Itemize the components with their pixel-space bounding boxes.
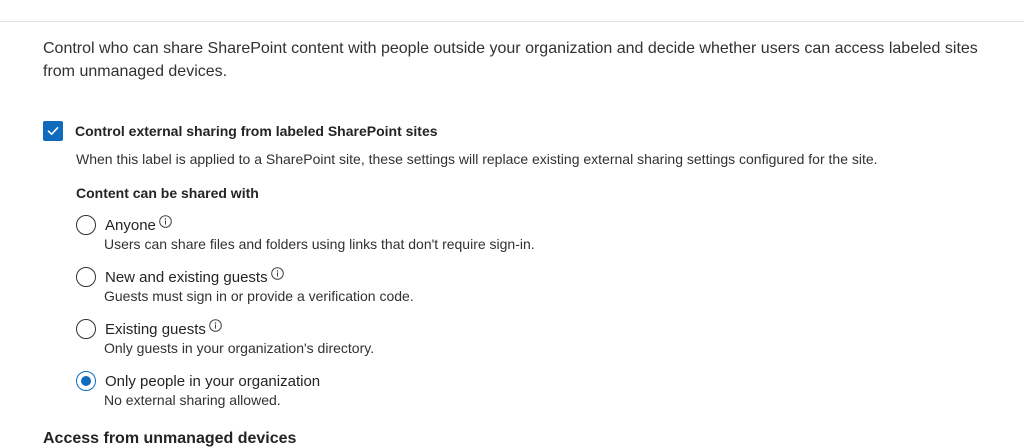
checkmark-icon — [47, 127, 59, 135]
info-icon[interactable] — [159, 215, 172, 228]
radio-label-anyone: Anyone — [105, 216, 156, 234]
radio-selected-dot — [81, 376, 91, 386]
top-divider — [0, 21, 1024, 22]
radio-anyone[interactable] — [76, 215, 96, 235]
radio-desc-only-people-in-org: No external sharing allowed. — [104, 392, 281, 408]
content-shared-with-heading: Content can be shared with — [76, 185, 259, 201]
radio-desc-anyone: Users can share files and folders using … — [104, 236, 535, 252]
external-sharing-checkbox-row[interactable]: Control external sharing from labeled Sh… — [43, 121, 438, 141]
radio-desc-existing-guests: Only guests in your organization's direc… — [104, 340, 375, 356]
sharing-option-anyone[interactable]: Anyone Users can share files and folders… — [76, 214, 535, 252]
info-icon[interactable] — [270, 267, 284, 280]
sharing-option-existing-guests[interactable]: Existing guests Only guests in your orga… — [76, 318, 374, 356]
external-sharing-checkbox[interactable] — [43, 121, 63, 141]
next-section-heading: Access from unmanaged devices — [43, 430, 297, 447]
info-icon[interactable] — [209, 319, 222, 332]
radio-existing-guests[interactable] — [76, 319, 96, 339]
radio-label-new-and-existing-guests: New and existing guests — [105, 268, 268, 286]
sharing-option-only-people-in-org[interactable]: Only people in your organization No exte… — [76, 370, 320, 408]
radio-label-only-people-in-org: Only people in your organization — [105, 372, 321, 390]
sharing-option-new-and-existing-guests[interactable]: New and existing guests Guests must sign… — [76, 266, 414, 304]
radio-desc-new-and-existing-guests: Guests must sign in or provide a verific… — [104, 288, 414, 304]
radio-new-and-existing-guests[interactable] — [76, 267, 96, 287]
intro-text: Control who can share SharePoint content… — [43, 40, 978, 80]
radio-label-existing-guests: Existing guests — [105, 320, 206, 338]
radio-only-people-in-org[interactable] — [76, 371, 96, 391]
external-sharing-description: When this label is applied to a SharePoi… — [76, 151, 878, 167]
external-sharing-checkbox-label: Control external sharing from labeled Sh… — [75, 123, 438, 139]
